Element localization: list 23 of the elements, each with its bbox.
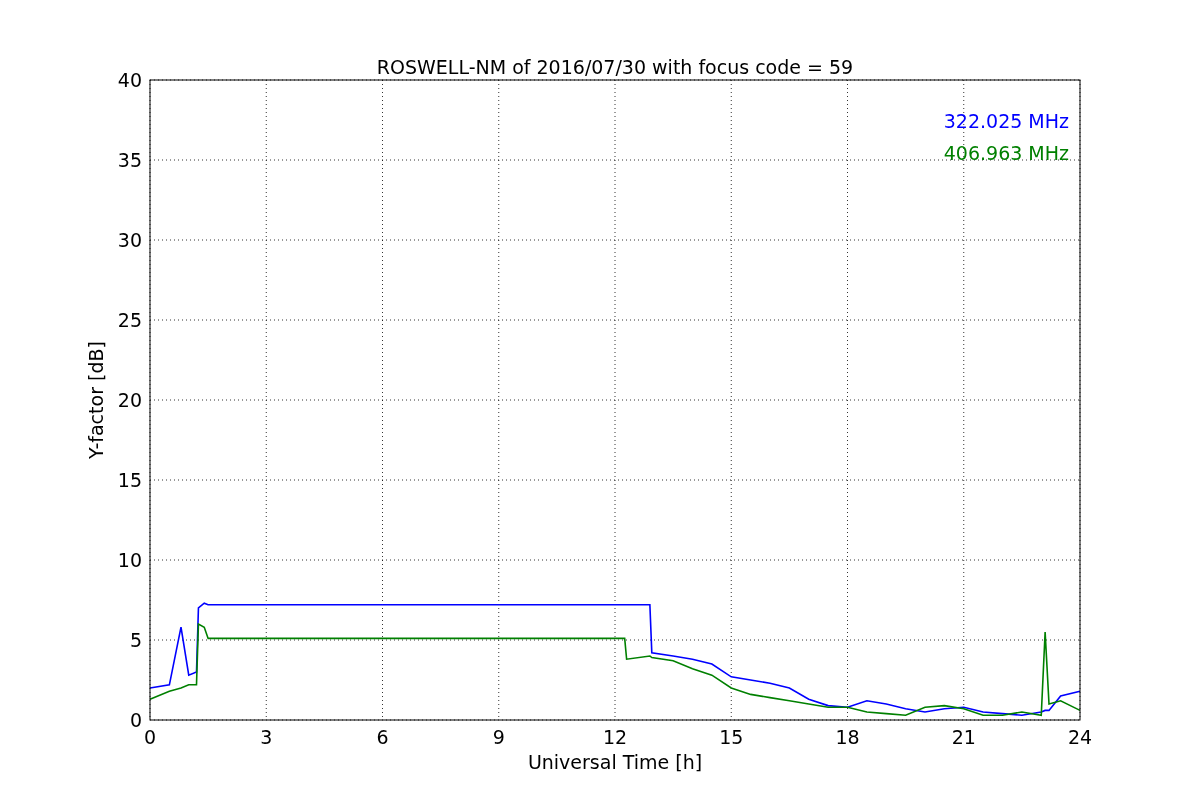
legend-label: 406.963 MHz — [943, 142, 1069, 164]
x-tick-label: 9 — [492, 726, 505, 748]
y-tick-label: 10 — [117, 549, 142, 571]
x-tick-label: 18 — [835, 726, 860, 748]
legend-label: 322.025 MHz — [943, 110, 1069, 132]
y-tick-label: 40 — [117, 69, 142, 91]
y-tick-label: 25 — [117, 309, 142, 331]
x-axis-label: Universal Time [h] — [527, 751, 703, 773]
x-tick-label: 0 — [143, 726, 157, 748]
y-tick-label: 20 — [117, 389, 142, 411]
y-axis-label: Y-factor [dB] — [85, 341, 107, 459]
y-tick-label: 35 — [117, 149, 142, 171]
x-tick-label: 15 — [719, 726, 744, 748]
y-tick-label: 0 — [129, 709, 142, 731]
chart-title: ROSWELL-NM of 2016/07/30 with focus code = 59 — [376, 56, 854, 78]
x-tick-label: 21 — [951, 726, 976, 748]
x-tick-label: 3 — [260, 726, 273, 748]
y-tick-label: 30 — [117, 229, 142, 251]
x-tick-label: 12 — [602, 726, 628, 748]
x-tick-label: 6 — [376, 726, 389, 748]
y-tick-label: 5 — [129, 629, 142, 651]
y-tick-label: 15 — [117, 469, 142, 491]
x-tick-label: 24 — [1067, 726, 1093, 748]
